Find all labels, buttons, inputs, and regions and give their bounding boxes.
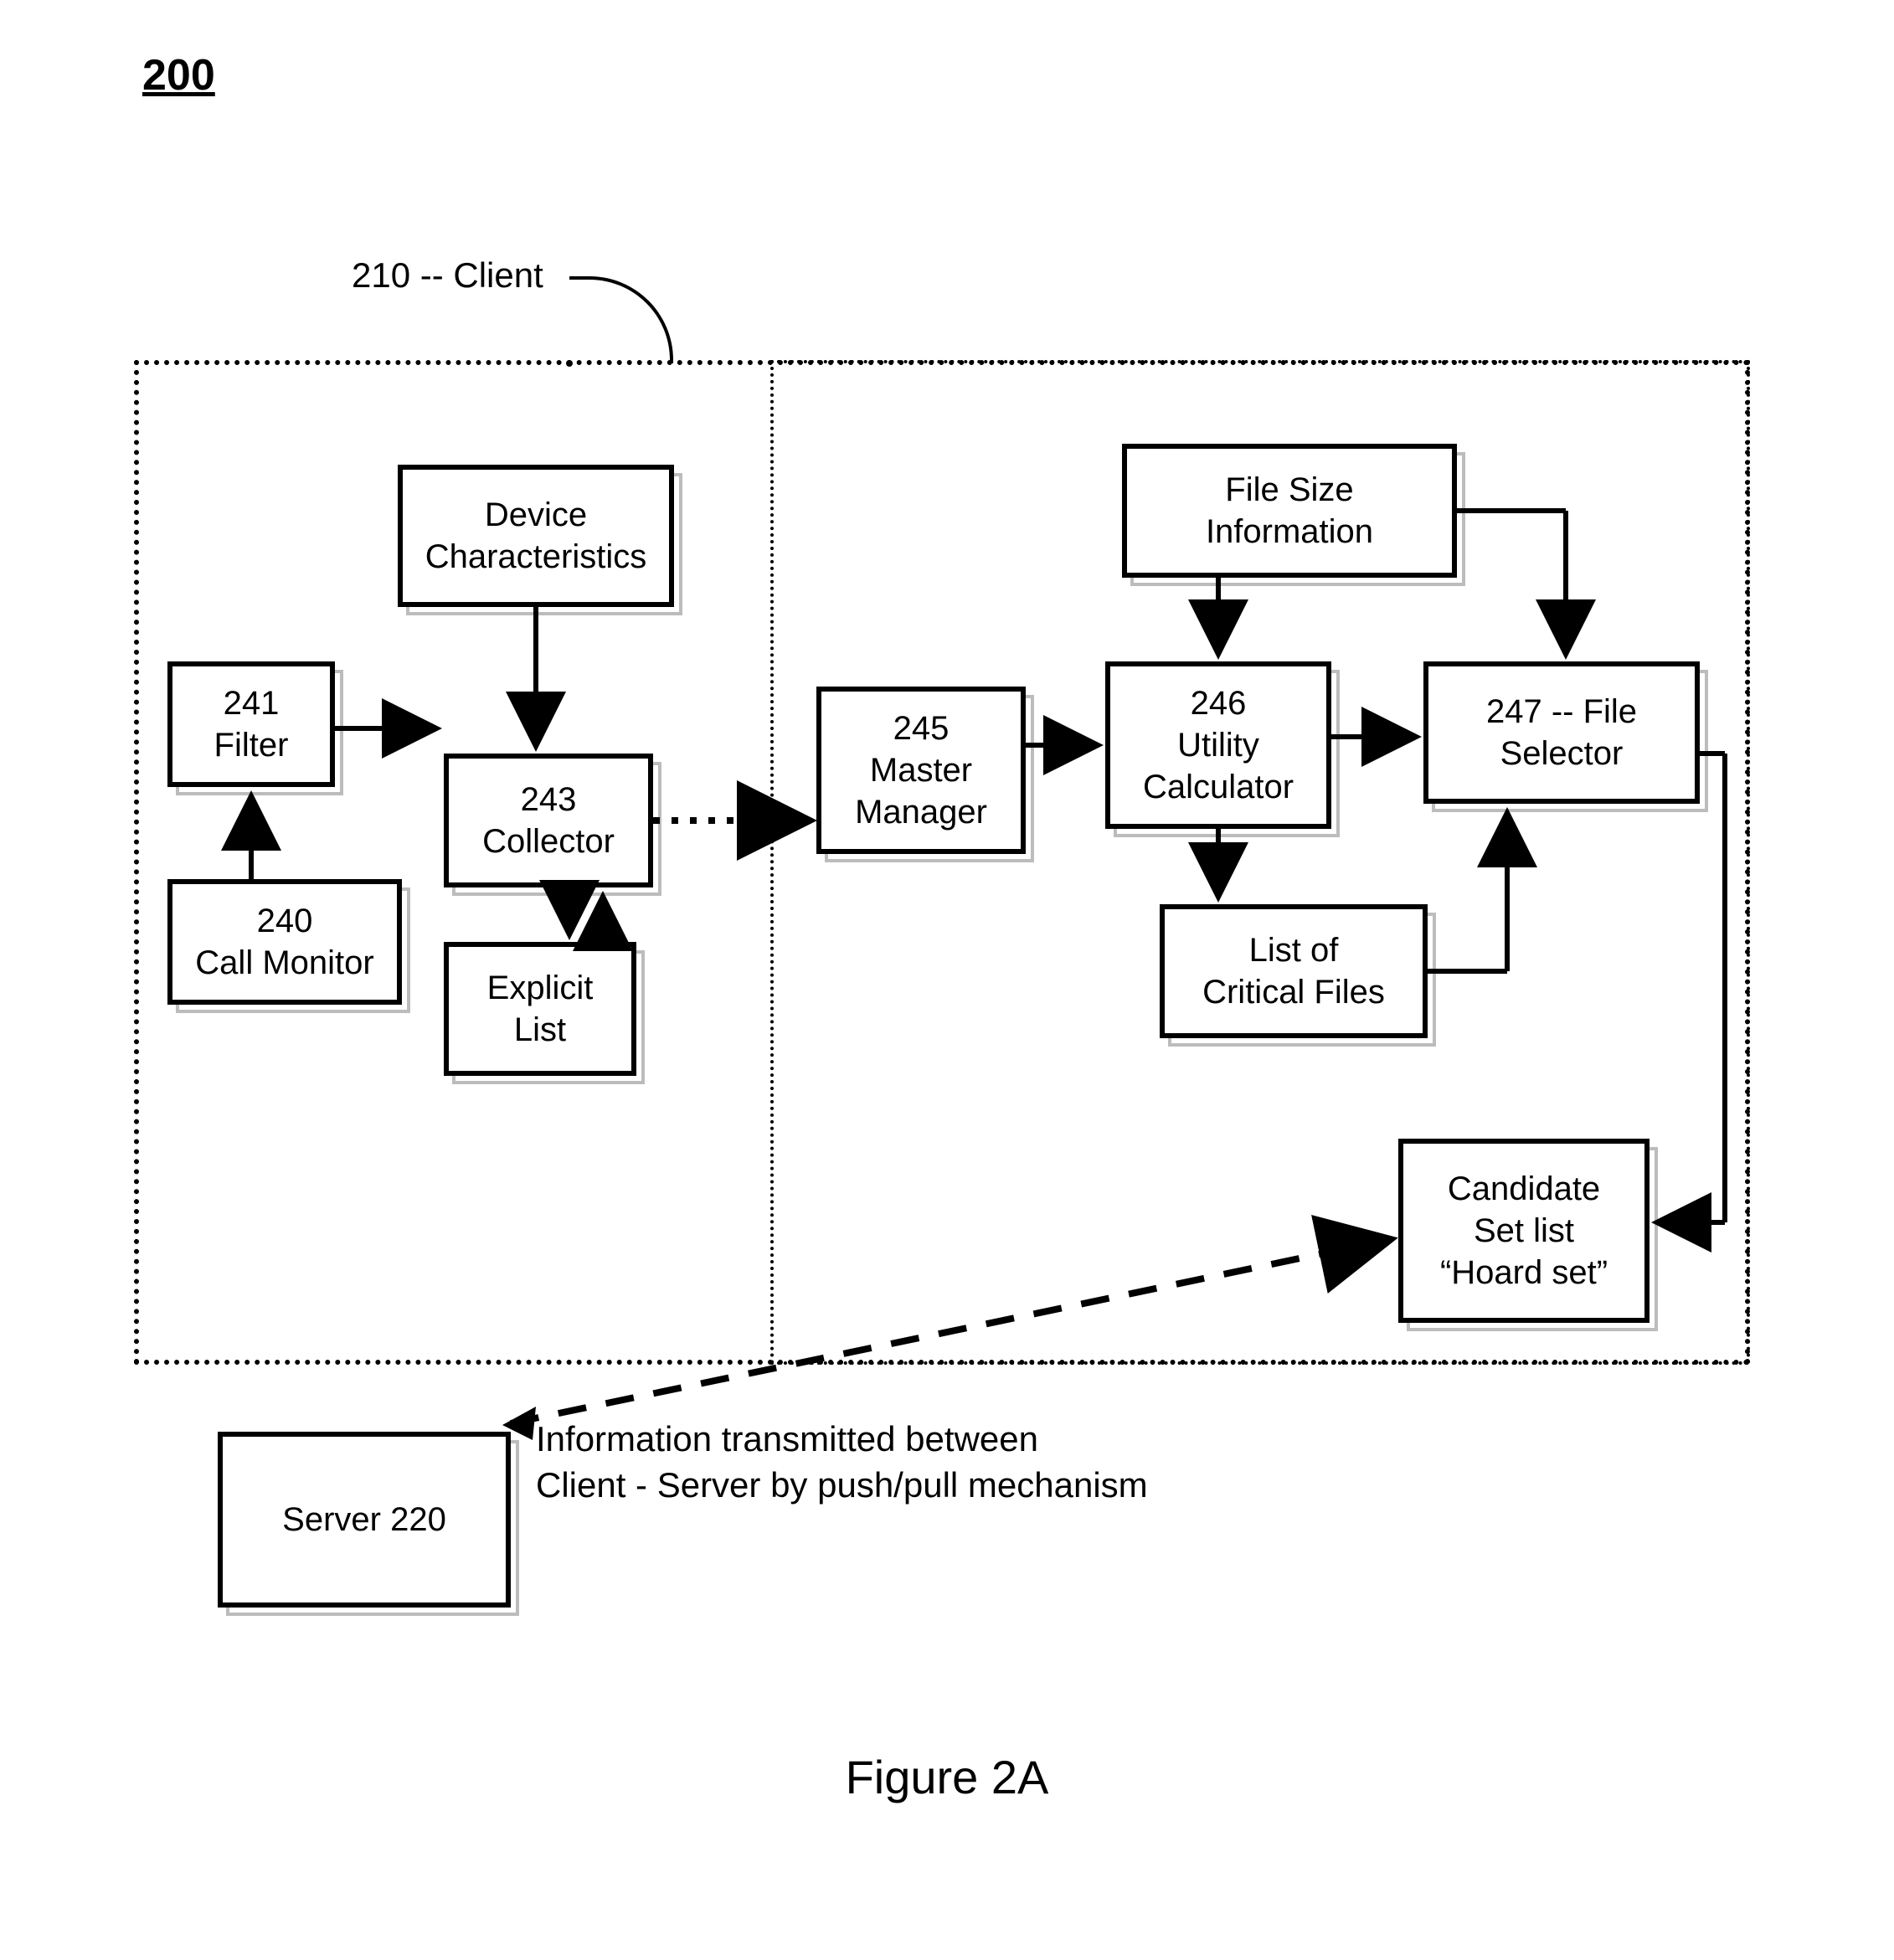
server-box: Server 220 (218, 1432, 511, 1608)
utility-calculator-box: 246Utility Calculator (1105, 661, 1331, 829)
device-characteristics-box: Device Characteristics (398, 465, 674, 607)
file-size-info-box: File Size Information (1122, 444, 1457, 578)
note-line1: Information transmitted between (536, 1419, 1038, 1459)
master-manager-box: 245Master Manager (816, 687, 1026, 854)
file-selector-box: 247 -- File Selector (1423, 661, 1700, 804)
critical-files-box: List of Critical Files (1160, 904, 1428, 1038)
figure-number: 200 (142, 50, 215, 100)
explicit-list-box: Explicit List (444, 942, 636, 1076)
client-label: 210 -- Client (352, 255, 543, 296)
hoard-set-box: Candidate Set list “Hoard set” (1398, 1139, 1650, 1323)
call-monitor-box: 240Call Monitor (167, 879, 402, 1005)
leader-line (569, 276, 673, 363)
figure-caption: Figure 2A (0, 1750, 1894, 1804)
collector-box: 243Collector (444, 754, 653, 887)
note-line2: Client - Server by push/pull mechanism (536, 1465, 1148, 1505)
filter-box: 241Filter (167, 661, 335, 787)
